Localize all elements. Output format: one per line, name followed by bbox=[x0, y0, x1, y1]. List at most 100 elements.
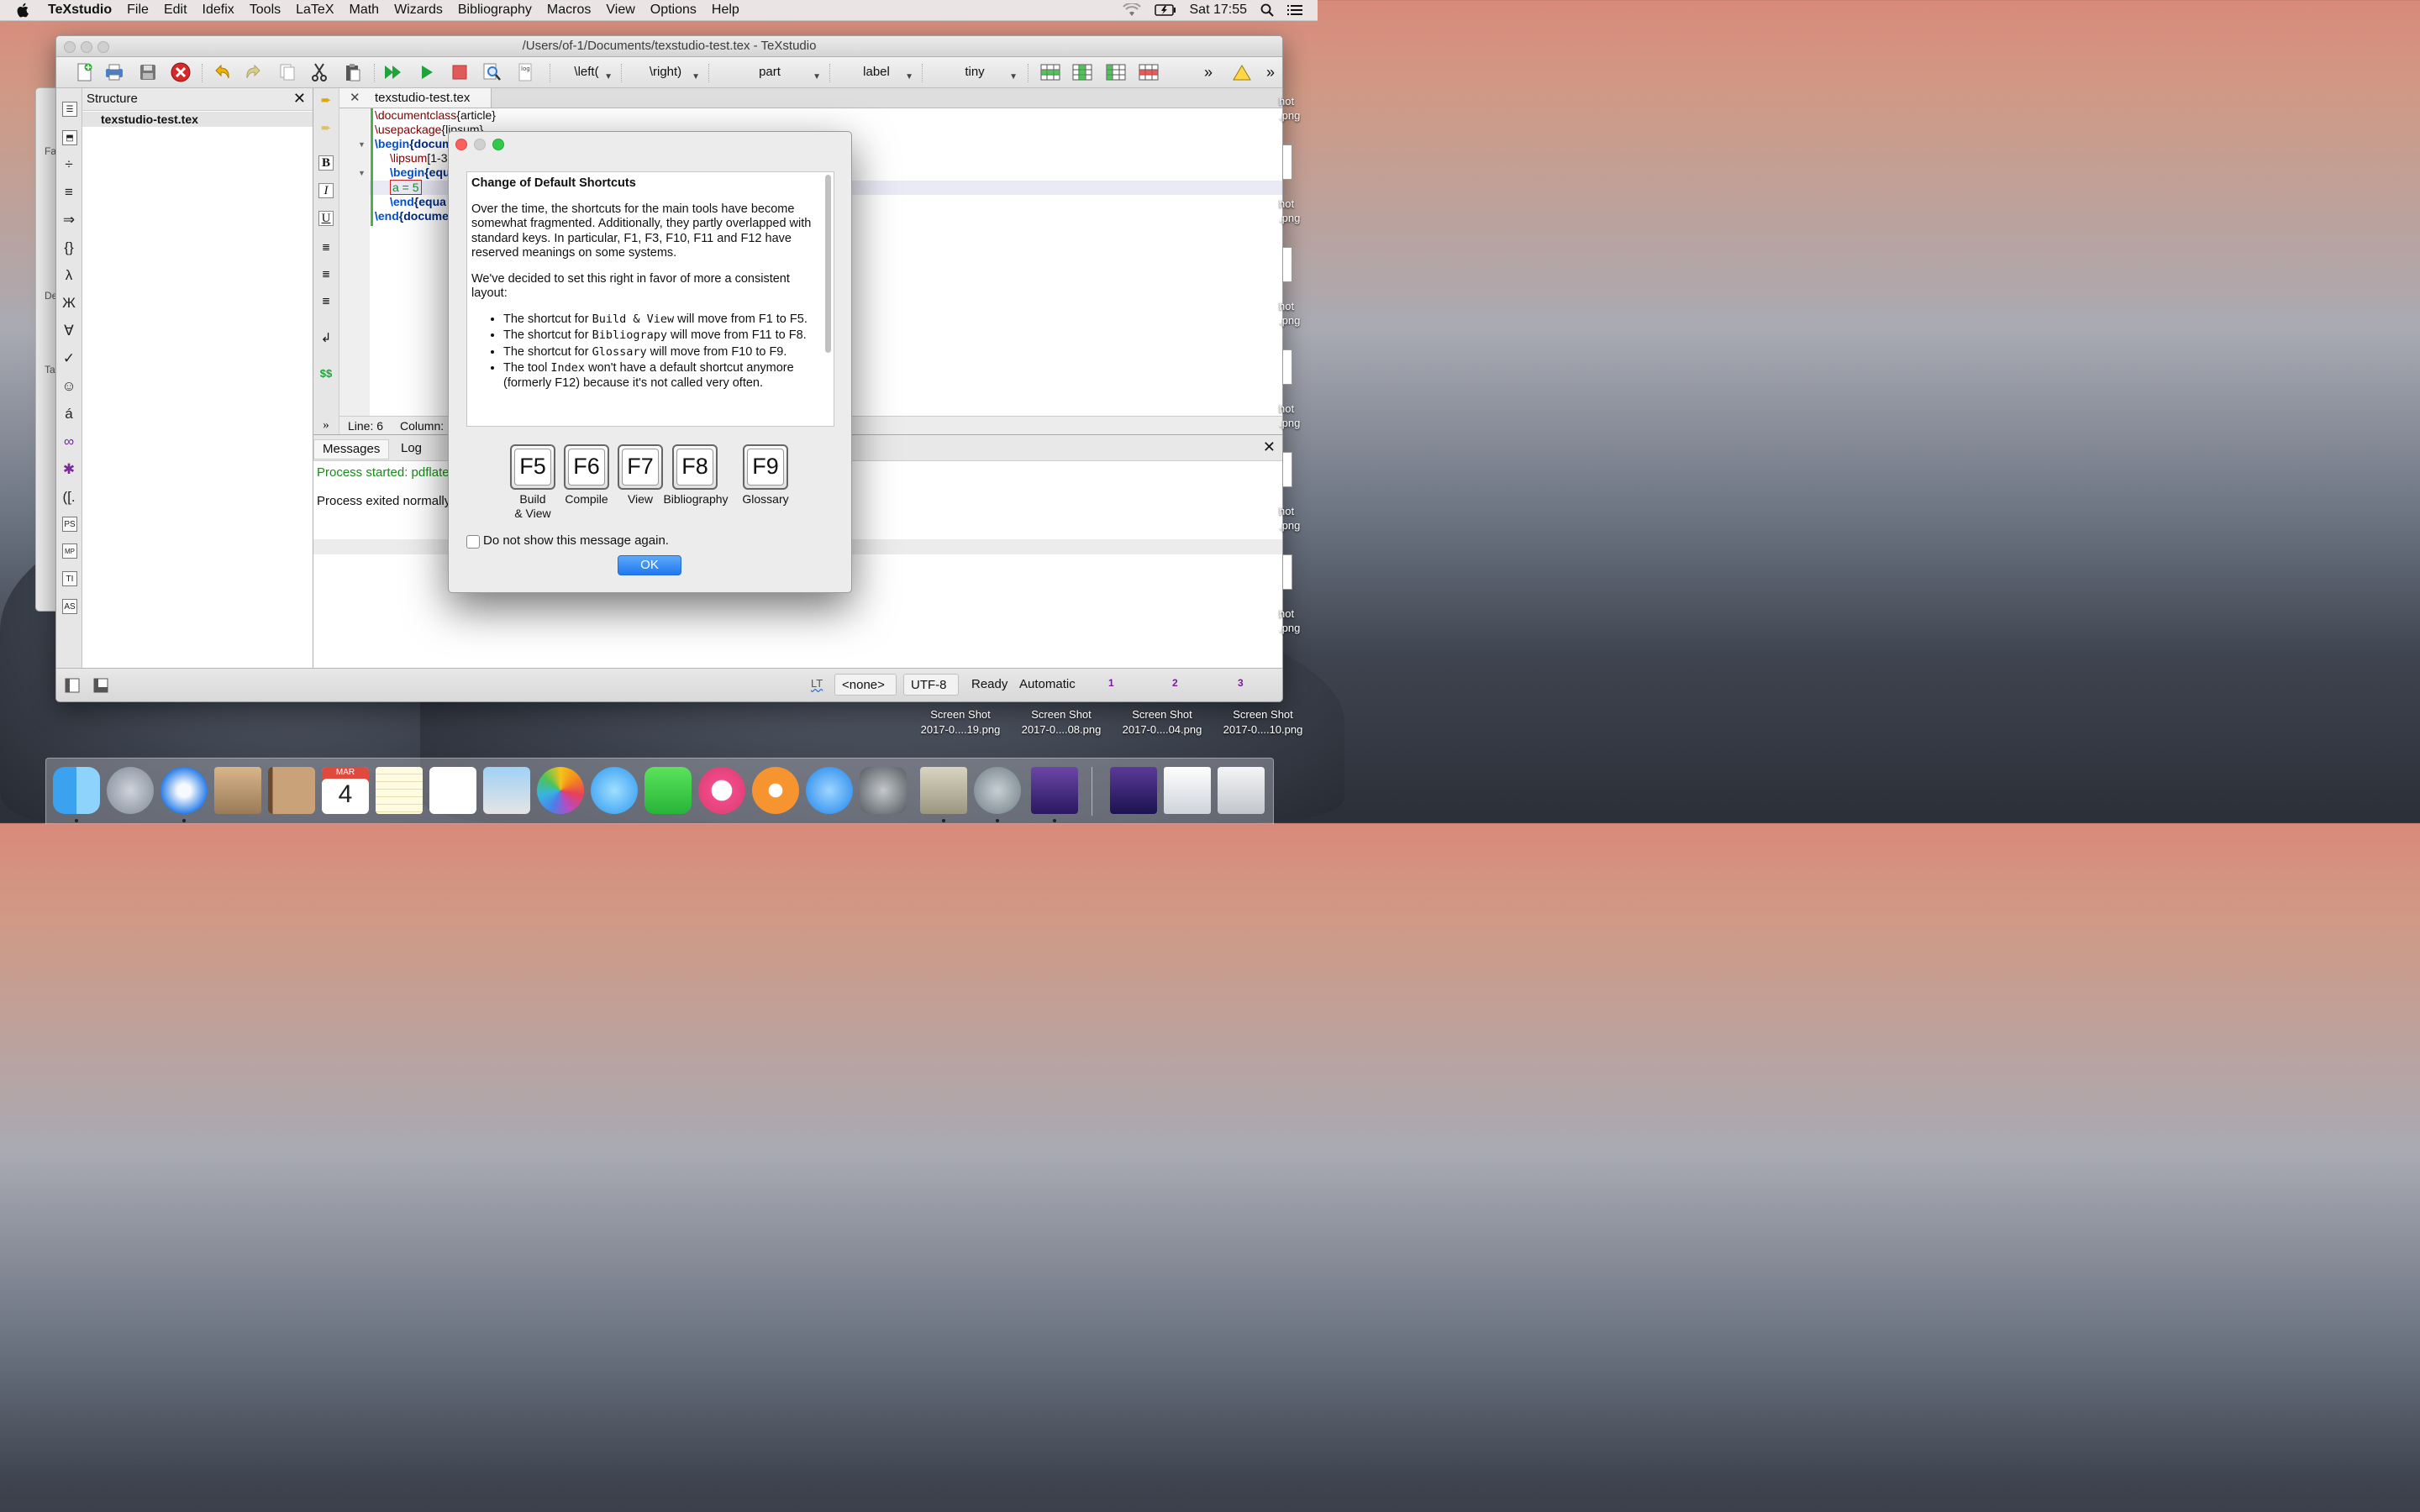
pstricks-icon[interactable]: PS bbox=[62, 517, 77, 532]
desktop-screenshot-file[interactable]: Screen Shot 2017-0....10.png bbox=[1213, 707, 1313, 738]
toggle-sidepanel-icon[interactable] bbox=[61, 675, 83, 696]
window-titlebar[interactable]: /Users/of-1/Documents/texstudio-test.tex… bbox=[56, 36, 1282, 57]
desktop-file-label[interactable]: hot .png bbox=[1279, 402, 1318, 430]
asymptote-icon[interactable]: AS bbox=[62, 599, 77, 614]
window-minimize-button[interactable] bbox=[81, 41, 92, 53]
wifi-icon[interactable] bbox=[1122, 3, 1141, 17]
misc-math-icon[interactable]: ∀ bbox=[60, 322, 78, 340]
table-add-row-button[interactable] bbox=[1039, 61, 1061, 83]
desktop-file-label[interactable]: hot .png bbox=[1279, 606, 1318, 635]
menu-wizards[interactable]: Wizards bbox=[387, 3, 450, 18]
save-button[interactable] bbox=[137, 61, 159, 83]
misc-text-icon[interactable]: ✓ bbox=[60, 349, 78, 368]
stop-button[interactable] bbox=[449, 61, 471, 83]
contacts-icon[interactable] bbox=[268, 767, 315, 814]
editor-tab[interactable]: ✕ texstudio-test.tex bbox=[339, 88, 492, 108]
table-remove-row-button[interactable] bbox=[1138, 61, 1160, 83]
menu-latex[interactable]: LaTeX bbox=[288, 3, 341, 18]
close-icon[interactable]: ✕ bbox=[293, 90, 306, 108]
wasysym-icon[interactable]: ☺ bbox=[60, 377, 78, 396]
app-store-icon[interactable] bbox=[806, 767, 853, 814]
menu-math[interactable]: Math bbox=[342, 3, 387, 18]
operators-icon[interactable]: ÷ bbox=[60, 155, 78, 174]
build-and-view-button[interactable] bbox=[382, 61, 404, 83]
calendar-icon[interactable]: MAR 4 bbox=[322, 767, 369, 814]
window-close-button[interactable] bbox=[64, 41, 76, 53]
greek-icon[interactable]: λ bbox=[60, 266, 78, 285]
close-document-button[interactable] bbox=[170, 61, 192, 83]
align-left-icon[interactable]: ≣ bbox=[318, 239, 334, 255]
compile-button[interactable] bbox=[416, 61, 438, 83]
menu-options[interactable]: Options bbox=[643, 3, 704, 18]
desktop-file-thumbnail[interactable] bbox=[1282, 349, 1292, 385]
desktop-file-thumbnail[interactable] bbox=[1282, 554, 1292, 590]
desktop-file-label[interactable]: hot .png bbox=[1279, 299, 1318, 328]
copy-button[interactable] bbox=[276, 61, 298, 83]
ok-button[interactable]: OK bbox=[618, 555, 681, 575]
metapost-icon[interactable]: MP bbox=[62, 543, 77, 559]
facetime-icon[interactable] bbox=[644, 767, 692, 814]
texstudio-document-icon[interactable] bbox=[1110, 767, 1157, 814]
underline-icon[interactable]: U bbox=[318, 211, 334, 226]
desktop-screenshot-file[interactable]: Screen Shot 2017-0....19.png bbox=[911, 707, 1010, 738]
downloads-stack-icon[interactable] bbox=[1164, 767, 1211, 814]
bookmark-2-icon[interactable]: 2 bbox=[1172, 677, 1178, 689]
desktop-screenshot-file[interactable]: Screen Shot 2017-0....04.png bbox=[1113, 707, 1212, 738]
structure-file-item[interactable]: texstudio-test.tex bbox=[82, 112, 313, 127]
safari-icon[interactable] bbox=[160, 767, 208, 814]
toolbar-overflow-icon[interactable]: » bbox=[1197, 61, 1219, 83]
structure-view-icon[interactable]: ☰ bbox=[62, 102, 77, 117]
trash-icon[interactable] bbox=[1218, 767, 1265, 814]
finder-icon[interactable] bbox=[53, 767, 100, 814]
menu-help[interactable]: Help bbox=[704, 3, 747, 18]
encoding-select[interactable]: UTF-8 bbox=[903, 674, 959, 696]
close-icon[interactable]: ✕ bbox=[1263, 438, 1276, 456]
languagetool-icon[interactable]: LT bbox=[811, 677, 823, 690]
user-commands-icon[interactable]: ([. bbox=[60, 488, 78, 507]
messages-icon[interactable] bbox=[591, 767, 638, 814]
size-combo[interactable]: tiny ▼ bbox=[929, 63, 1021, 81]
new-file-button[interactable] bbox=[73, 61, 95, 83]
back-arrow-icon[interactable]: ➨ bbox=[318, 92, 334, 108]
expand-icon[interactable]: » bbox=[318, 417, 334, 433]
italic-icon[interactable]: I bbox=[318, 183, 334, 198]
undo-button[interactable] bbox=[211, 61, 233, 83]
fold-arrow-icon[interactable]: ▼ bbox=[358, 140, 366, 149]
tab-messages[interactable]: Messages bbox=[313, 439, 390, 459]
desktop-file-thumbnail[interactable] bbox=[1282, 247, 1292, 282]
math-mode-icon[interactable]: $$ bbox=[318, 365, 334, 381]
launchpad-icon[interactable] bbox=[107, 767, 154, 814]
menu-tools[interactable]: Tools bbox=[242, 3, 288, 18]
sectioning-combo[interactable]: part ▼ bbox=[715, 63, 824, 81]
table-column-button[interactable] bbox=[1105, 61, 1127, 83]
references-combo[interactable]: label ▼ bbox=[836, 63, 917, 81]
close-tab-icon[interactable]: ✕ bbox=[350, 88, 360, 108]
table-add-column-button[interactable] bbox=[1071, 61, 1093, 83]
menu-idefix[interactable]: Idefix bbox=[195, 3, 242, 18]
photos-icon[interactable] bbox=[537, 767, 584, 814]
special-chars-icon[interactable]: á bbox=[60, 405, 78, 423]
most-used-icon[interactable]: ✱ bbox=[60, 460, 78, 479]
dont-show-again-checkbox[interactable] bbox=[466, 535, 480, 549]
desktop-screenshot-file[interactable]: Screen Shot 2017-0....08.png bbox=[1012, 707, 1111, 738]
toolbar-overflow-icon[interactable]: » bbox=[1260, 61, 1281, 83]
mail-icon[interactable] bbox=[214, 767, 261, 814]
tex-shop-icon[interactable] bbox=[920, 767, 967, 814]
desktop-file-thumbnail[interactable] bbox=[1282, 144, 1292, 180]
maps-icon[interactable] bbox=[483, 767, 530, 814]
paste-button[interactable] bbox=[342, 61, 364, 83]
print-button[interactable] bbox=[103, 61, 125, 83]
warning-icon[interactable] bbox=[1231, 61, 1253, 83]
menu-file[interactable]: File bbox=[119, 3, 156, 18]
desktop-file-label[interactable]: hot .png bbox=[1279, 197, 1318, 225]
menu-view[interactable]: View bbox=[598, 3, 642, 18]
bold-icon[interactable]: B bbox=[318, 155, 334, 171]
dialog-zoom-button[interactable] bbox=[492, 139, 504, 150]
ibooks-icon[interactable] bbox=[752, 767, 799, 814]
reminders-icon[interactable] bbox=[429, 767, 476, 814]
relation-icon[interactable]: ≡ bbox=[60, 183, 78, 202]
menu-macros[interactable]: Macros bbox=[539, 3, 598, 18]
tab-log[interactable]: Log bbox=[392, 439, 430, 458]
dont-show-again-label[interactable]: Do not show this message again. bbox=[483, 533, 669, 548]
forward-arrow-icon[interactable]: ➨ bbox=[318, 120, 334, 135]
